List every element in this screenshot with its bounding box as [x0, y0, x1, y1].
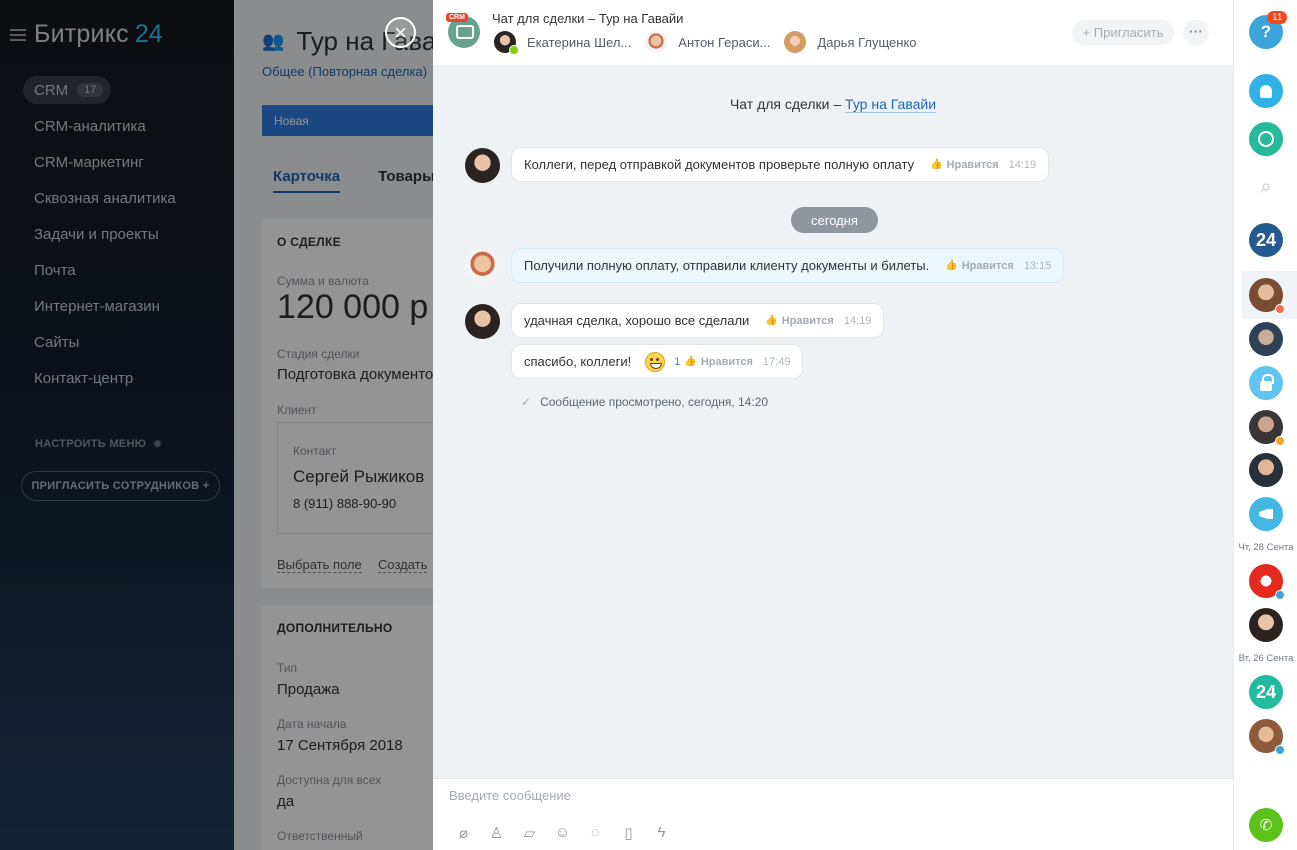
- like-button[interactable]: 👍 Нравится: [945, 260, 1014, 272]
- message-text: Коллеги, перед отправкой документов пров…: [524, 157, 915, 172]
- status-dot: [1275, 590, 1285, 600]
- message-text: Получили полную оплату, отправили клиент…: [524, 258, 930, 273]
- like-label: Нравится: [781, 314, 834, 327]
- lightning-icon[interactable]: ϟ: [645, 824, 678, 842]
- date-label: Чт, 28 Сента: [1238, 542, 1294, 553]
- message-time: 14:19: [843, 314, 872, 327]
- like-count: 1: [674, 355, 681, 368]
- like-label: Нравится: [961, 259, 1014, 272]
- message-bubble[interactable]: Коллеги, перед отправкой документов пров…: [511, 147, 1050, 182]
- help-button[interactable]: ? 11: [1249, 11, 1288, 49]
- more-icon[interactable]: ···: [1183, 20, 1209, 45]
- status-dot: [1275, 436, 1285, 446]
- recent-chat-avatar[interactable]: [1249, 608, 1283, 642]
- message-row: [465, 248, 500, 283]
- grin-emoji-icon: [645, 351, 666, 372]
- message-bubble[interactable]: спасибо, коллеги! 1 👍 Нравится 17:49: [511, 344, 804, 379]
- member[interactable]: Дарья Глущенко: [784, 31, 917, 53]
- recent-chat-avatar[interactable]: [1249, 410, 1285, 446]
- close-icon[interactable]: ×: [385, 17, 416, 48]
- hide-icon[interactable]: ◌: [579, 824, 612, 842]
- chat-members: Екатерина Шел... Антон Гераси... Дарья Г…: [494, 31, 931, 55]
- read-status-text: Сообщение просмотрено, сегодня, 14:20: [540, 395, 769, 409]
- bitrix24-chat-icon[interactable]: 24: [1249, 675, 1283, 709]
- deal-link[interactable]: Тур на Гавайи: [845, 96, 937, 113]
- recent-chat-avatar[interactable]: [1249, 278, 1285, 314]
- smile-icon[interactable]: ☺: [546, 824, 579, 842]
- status-dot: [1275, 304, 1285, 314]
- like-button[interactable]: 1 👍 Нравится: [674, 356, 753, 368]
- crm-badge: CRM: [446, 13, 468, 22]
- search-icon[interactable]: ⌕: [1249, 170, 1283, 204]
- message-bubble[interactable]: Получили полную оплату, отправили клиент…: [511, 248, 1065, 283]
- chat-header: CRM Чат для сделки – Тур на Гавайи Екате…: [433, 0, 1233, 67]
- thumb-up-icon: 👍: [684, 356, 697, 367]
- message-text: удачная сделка, хорошо все сделали: [524, 313, 750, 328]
- lock-icon[interactable]: [1249, 366, 1283, 400]
- document-icon[interactable]: ▯: [612, 824, 645, 842]
- message-time: 17:49: [762, 355, 791, 368]
- recent-chat-avatar[interactable]: [1249, 453, 1283, 487]
- avatar: [645, 31, 668, 53]
- member-name: Екатерина Шел...: [527, 34, 632, 50]
- megaphone-icon[interactable]: [1249, 497, 1283, 531]
- question-icon: ?: [1260, 22, 1272, 41]
- recent-chat-avatar[interactable]: [1249, 564, 1285, 600]
- date-label: Вт, 26 Сента: [1238, 653, 1294, 664]
- check-icon: ✓: [521, 395, 532, 409]
- dim-overlay[interactable]: [0, 0, 433, 850]
- phone-icon[interactable]: ✆: [1249, 808, 1283, 842]
- member[interactable]: Екатерина Шел...: [494, 31, 632, 55]
- message-bubble[interactable]: удачная сделка, хорошо все сделали 👍 Нрав…: [511, 303, 885, 338]
- recent-chat-avatar[interactable]: [1249, 322, 1283, 356]
- like-label: Нравится: [946, 158, 999, 171]
- read-status: ✓ Сообщение просмотрено, сегодня, 14:20: [521, 395, 768, 409]
- user-icon[interactable]: ♙: [480, 824, 513, 842]
- like-button[interactable]: 👍 Нравится: [765, 315, 834, 327]
- message-list: Чат для сделки – Тур на Гавайи Коллеги, …: [433, 67, 1233, 778]
- like-button[interactable]: 👍 Нравится: [930, 159, 999, 171]
- message-row: [465, 304, 500, 339]
- member[interactable]: Антон Гераси...: [645, 31, 770, 53]
- avatar: [784, 31, 807, 53]
- caption-prefix: Чат для сделки –: [729, 96, 846, 112]
- avatar[interactable]: [465, 304, 500, 339]
- chat-title: Чат для сделки – Тур на Гавайи: [492, 11, 684, 26]
- thumb-up-icon: 👍: [765, 315, 778, 326]
- notification-count: 11: [1267, 11, 1288, 24]
- message-composer[interactable]: Введите сообщение ⌀ ♙ ▱ ☺ ◌ ▯ ϟ: [433, 778, 1233, 850]
- paperclip-icon[interactable]: ⌀: [447, 824, 480, 842]
- member-name: Антон Гераси...: [678, 34, 771, 50]
- thumb-up-icon: 👍: [930, 159, 943, 170]
- message-text: спасибо, коллеги!: [524, 354, 632, 369]
- member-name: Дарья Глущенко: [817, 34, 917, 50]
- bitrix24-chat-icon[interactable]: 24: [1249, 223, 1283, 257]
- avatar[interactable]: [465, 248, 500, 283]
- invite-button[interactable]: + Пригласить: [1072, 20, 1174, 45]
- avatar: [494, 31, 519, 55]
- bell-icon[interactable]: [1249, 74, 1283, 108]
- right-bar: ? 11 ⌕ 24 Чт, 28 Сента Вт, 26 Сента 24 ✆: [1233, 0, 1297, 850]
- open-lines-icon[interactable]: [1249, 122, 1283, 156]
- status-dot: [1275, 745, 1285, 755]
- recent-chat-avatar[interactable]: [1249, 719, 1285, 755]
- like-label: Нравится: [700, 355, 753, 368]
- message-time: 13:15: [1023, 259, 1052, 272]
- message-time: 14:19: [1008, 158, 1037, 171]
- chat-panel: CRM Чат для сделки – Тур на Гавайи Екате…: [433, 0, 1233, 850]
- message-input[interactable]: Введите сообщение: [449, 788, 571, 803]
- composer-toolbar: ⌀ ♙ ▱ ☺ ◌ ▯ ϟ: [447, 824, 678, 842]
- chat-caption: Чат для сделки – Тур на Гавайи: [433, 96, 1233, 113]
- message-row: [465, 148, 500, 183]
- avatar[interactable]: [465, 148, 500, 183]
- date-separator: сегодня: [791, 207, 878, 233]
- edit-icon[interactable]: ▱: [513, 824, 546, 842]
- thumb-up-icon: 👍: [945, 260, 958, 271]
